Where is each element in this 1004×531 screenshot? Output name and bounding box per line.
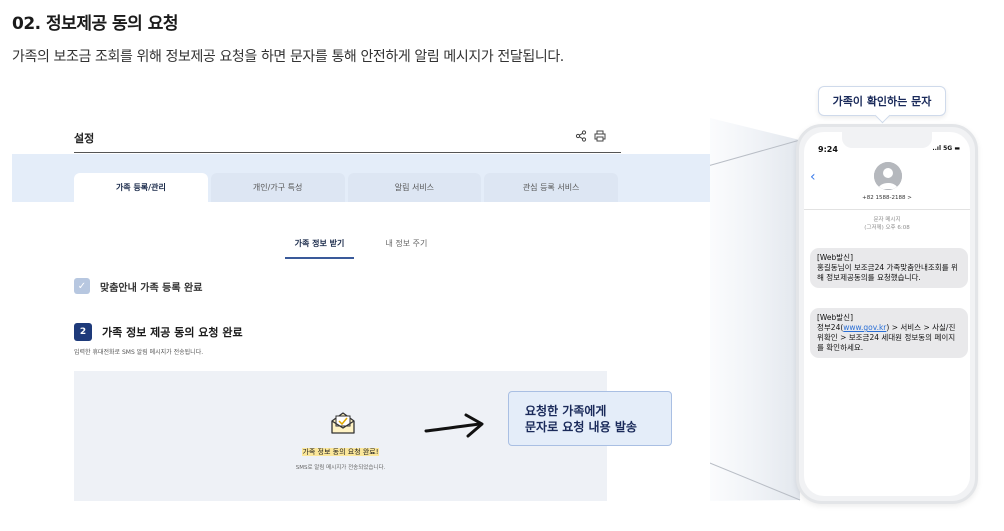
message-body: 정부24(www.gov.kr) > 서비스 > 사실/진위확인 > 보조금24… xyxy=(817,323,961,353)
chevron-left-icon[interactable]: ‹ xyxy=(810,169,816,185)
phone-mockup: 9:24 ..ıl 5G ▬ ‹ +82 1588-2188 > 문자 메시지 … xyxy=(796,124,978,504)
sender-number[interactable]: +82 1588-2188 > xyxy=(804,195,970,201)
envelope-icon xyxy=(331,412,355,434)
subtab-receive-family-info[interactable]: 가족 정보 받기 xyxy=(284,238,355,259)
message-bubble: [Web발신] 홍길동님이 보조금24 가족맞춤안내조회를 위해 정보제공동의를… xyxy=(810,248,968,288)
step-2: 2 가족 정보 제공 동의 요청 완료 xyxy=(74,323,243,341)
settings-title: 설정 xyxy=(74,132,95,145)
status-indicators: ..ıl 5G ▬ xyxy=(932,145,960,152)
phone-screen: 9:24 ..ıl 5G ▬ ‹ +82 1588-2188 > 문자 메시지 … xyxy=(804,132,970,496)
phone-label: 가족이 확인하는 문자 xyxy=(818,86,946,116)
step-number-badge: 2 xyxy=(74,323,92,341)
tab-household-characteristics[interactable]: 개인/가구 특성 xyxy=(210,173,345,202)
check-icon: ✓ xyxy=(74,278,90,294)
step-1: ✓ 맞춤안내 가족 등록 완료 xyxy=(74,278,202,294)
message-prefix: 정부24( xyxy=(817,323,844,332)
print-icon[interactable] xyxy=(594,130,606,142)
tab-notification-service[interactable]: 알림 서비스 xyxy=(347,173,482,202)
section-title: 02. 정보제공 동의 요청 xyxy=(12,14,179,34)
step-2-description: 입력한 휴대전화로 SMS 알림 메시지가 전송됩니다. xyxy=(74,349,204,356)
message-bubble: [Web발신] 정부24(www.gov.kr) > 서비스 > 사실/진위확인… xyxy=(810,308,968,358)
callout-box: 요청한 가족에게 문자로 요청 내용 발송 xyxy=(508,391,672,446)
callout-line-1: 요청한 가족에게 xyxy=(525,403,607,418)
tab-interest-service[interactable]: 관심 등록 서비스 xyxy=(484,173,618,202)
status-time: 9:24 xyxy=(818,145,838,154)
tab-bar: 가족 등록/관리 개인/가구 특성 알림 서비스 관심 등록 서비스 xyxy=(74,173,621,202)
completion-subtitle: SMS로 알림 메시지가 전송되었습니다. xyxy=(295,465,386,471)
meta-type: 문자 메시지 xyxy=(873,217,901,223)
person-icon xyxy=(874,162,902,190)
completion-title-text: 가족 정보 동의 요청 완료! xyxy=(302,448,379,456)
subtab-give-my-info[interactable]: 내 정보 주기 xyxy=(375,238,437,257)
arrow-right-icon xyxy=(424,413,484,438)
section-description: 가족의 보조금 조회를 위해 정보제공 요청을 하면 문자를 통해 안전하게 알… xyxy=(12,49,564,65)
step-1-label: 맞춤안내 가족 등록 완료 xyxy=(100,282,203,294)
header-divider xyxy=(74,152,621,153)
message-tag: [Web발신] xyxy=(817,253,854,262)
step-2-label: 가족 정보 제공 동의 요청 완료 xyxy=(102,326,243,339)
meta-time: (그저께) 오후 6:08 xyxy=(864,224,910,231)
gov-link[interactable]: www.gov.kr xyxy=(843,323,886,332)
share-icon[interactable] xyxy=(575,130,587,142)
subtab-bar: 가족 정보 받기 내 정보 주기 xyxy=(12,231,710,259)
completion-title: 가족 정보 동의 요청 완료! xyxy=(74,447,607,457)
message-meta: 문자 메시지 (그저께) 오후 6:08 xyxy=(804,217,970,232)
message-body: 홍길동님이 보조금24 가족맞춤안내조회를 위해 정보제공동의를 요청했습니다. xyxy=(817,263,958,282)
phone-header-divider xyxy=(804,209,970,210)
message-tag: [Web발신] xyxy=(817,313,854,322)
tab-family-registration[interactable]: 가족 등록/관리 xyxy=(74,173,208,202)
callout-line-2: 문자로 요청 내용 발송 xyxy=(525,419,637,434)
phone-notch xyxy=(842,132,932,148)
